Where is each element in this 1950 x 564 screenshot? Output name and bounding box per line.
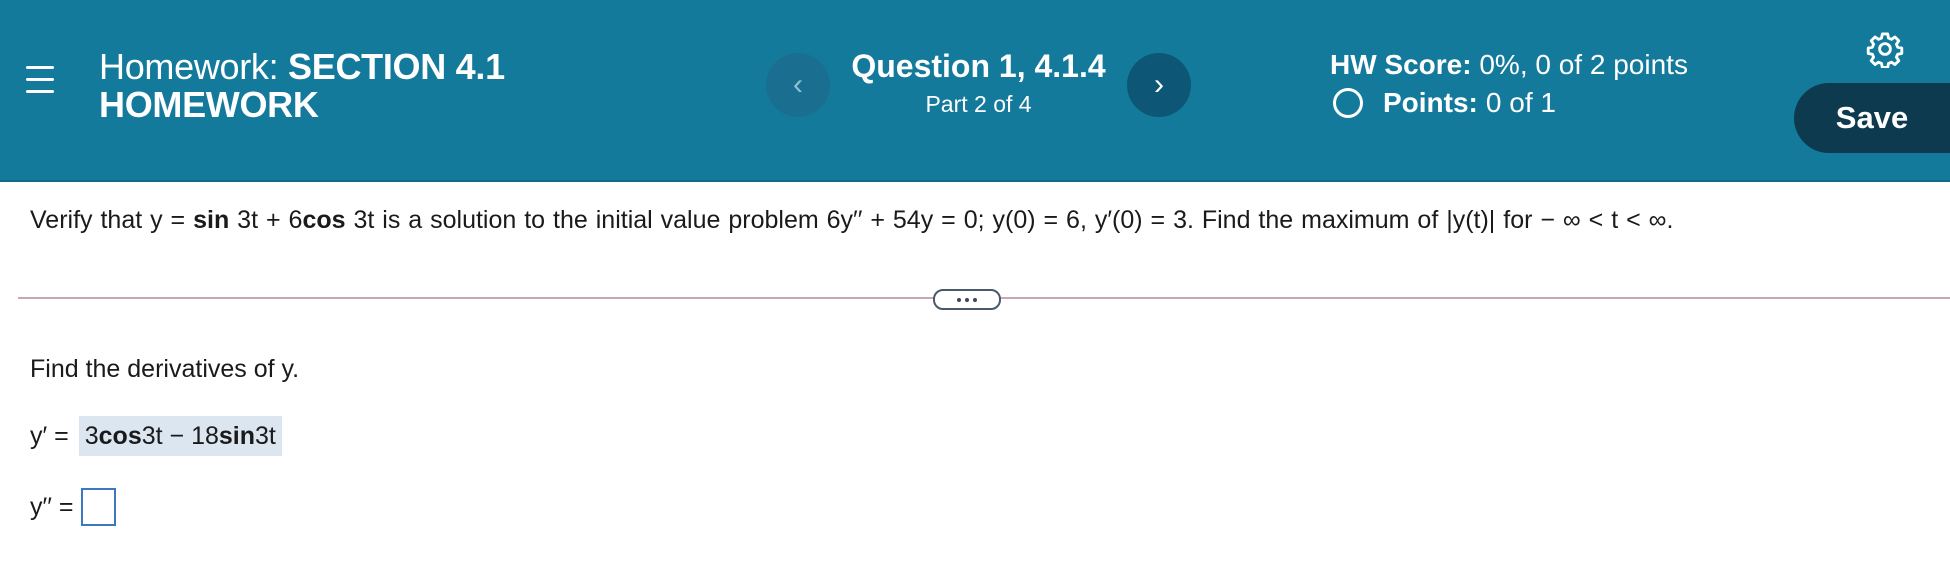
answer-part-1: 3: [84, 421, 99, 450]
second-derivative-row: y′′ =: [30, 487, 117, 527]
hw-score: HW Score: 0%, 0 of 2 points: [1330, 49, 1688, 81]
hw-score-label: HW Score:: [1330, 49, 1472, 80]
chevron-left-icon: ‹: [793, 68, 803, 101]
menu-icon[interactable]: [26, 64, 54, 96]
points-label: Points:: [1383, 87, 1478, 118]
answer-sin: sin: [218, 421, 256, 450]
first-derivative-answer: 3 cos 3t − 18 sin 3t: [78, 416, 282, 456]
expand-more-button[interactable]: [933, 289, 1001, 310]
homework-title: Homework: SECTION 4.1 HOMEWORK: [99, 48, 505, 124]
answer-part-3: 3t: [255, 421, 276, 450]
second-derivative-input[interactable]: [81, 488, 117, 526]
question-title: Question 1, 4.1.4: [851, 48, 1106, 84]
homework-prefix: Homework:: [99, 46, 279, 87]
homework-title-line1: SECTION 4.1: [288, 46, 505, 87]
save-button[interactable]: Save: [1794, 83, 1950, 153]
settings-gear-icon[interactable]: [1866, 30, 1904, 68]
progress-circle-icon: [1333, 88, 1363, 118]
ellipsis-icon: [957, 297, 961, 302]
previous-question-button[interactable]: ‹: [766, 53, 830, 117]
second-derivative-label: y′′ =: [30, 492, 74, 521]
problem-text-2: 3t + 6: [229, 206, 303, 234]
first-derivative-row: y′ = 3 cos 3t − 18 sin 3t: [30, 416, 282, 456]
points-value: 0 of 1: [1485, 87, 1556, 118]
problem-sin: sin: [193, 206, 230, 234]
header-bar: Homework: SECTION 4.1 HOMEWORK ‹ Questio…: [0, 0, 1950, 182]
hw-score-value: 0%, 0 of 2 points: [1479, 49, 1688, 80]
problem-cos: cos: [302, 206, 346, 234]
answer-cos: cos: [98, 421, 142, 450]
problem-text-3: 3t is a solution to the initial value pr…: [345, 206, 1674, 234]
points: Points: 0 of 1: [1330, 87, 1556, 119]
next-question-button[interactable]: ›: [1127, 53, 1191, 117]
answer-part-2: 3t − 18: [141, 421, 219, 450]
question-part: Part 2 of 4: [925, 91, 1032, 117]
chevron-right-icon: ›: [1154, 68, 1164, 101]
problem-text-1: Verify that y =: [30, 206, 194, 234]
problem-statement: Verify that y = sin 3t + 6cos 3t is a so…: [30, 206, 1673, 235]
first-derivative-label: y′ =: [30, 421, 69, 450]
homework-title-line2: HOMEWORK: [99, 84, 319, 125]
derivatives-prompt: Find the derivatives of y.: [30, 355, 300, 383]
